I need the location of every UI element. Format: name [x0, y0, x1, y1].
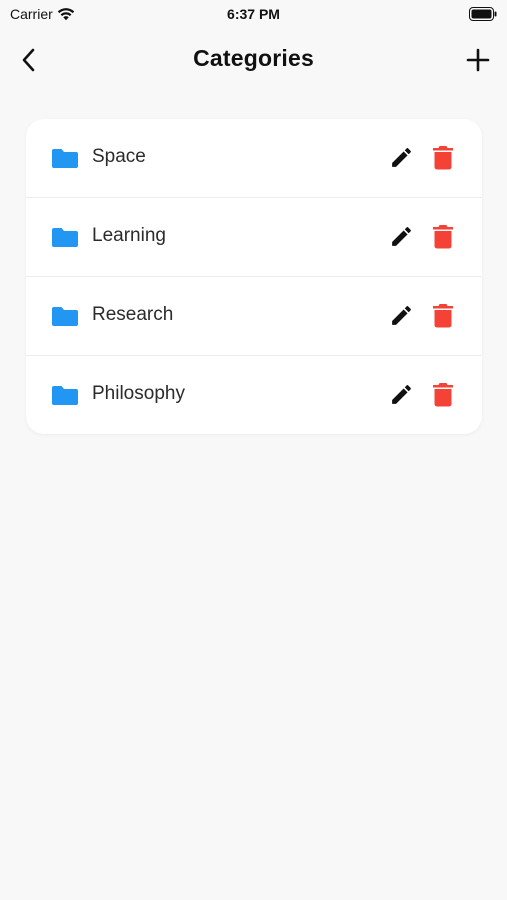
- status-time: 6:37 PM: [227, 6, 280, 22]
- folder-icon: [52, 307, 78, 326]
- category-row[interactable]: Learning: [26, 198, 482, 277]
- status-bar: Carrier 6:37 PM: [0, 0, 507, 28]
- category-row[interactable]: Space: [26, 119, 482, 198]
- delete-icon[interactable]: [432, 224, 454, 249]
- category-label: Learning: [92, 225, 166, 246]
- category-row[interactable]: Philosophy: [26, 356, 482, 434]
- delete-icon[interactable]: [432, 145, 454, 170]
- plus-icon: [466, 48, 490, 72]
- page-title: Categories: [193, 45, 314, 71]
- add-category-button[interactable]: [461, 44, 495, 76]
- battery-icon: [469, 7, 497, 26]
- folder-icon: [52, 228, 78, 247]
- category-label: Research: [92, 304, 174, 325]
- edit-icon[interactable]: [389, 145, 414, 170]
- category-label: Philosophy: [92, 383, 185, 404]
- navigation-bar: Categories: [0, 34, 507, 86]
- folder-icon: [52, 386, 78, 405]
- folder-icon: [52, 149, 78, 168]
- edit-icon[interactable]: [389, 382, 414, 407]
- edit-icon[interactable]: [389, 224, 414, 249]
- delete-icon[interactable]: [432, 303, 454, 328]
- category-label: Space: [92, 146, 146, 167]
- delete-icon[interactable]: [432, 382, 454, 407]
- category-row[interactable]: Research: [26, 277, 482, 356]
- edit-icon[interactable]: [389, 303, 414, 328]
- category-list: Space Learning Research Philosophy: [26, 119, 482, 434]
